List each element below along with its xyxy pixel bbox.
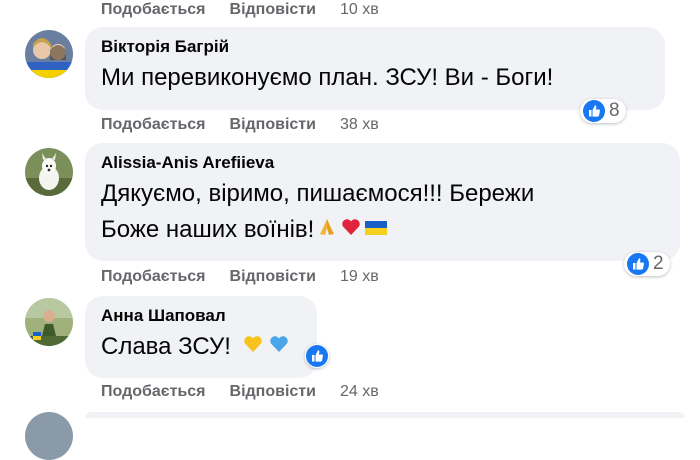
reply-link[interactable]: Відповісти — [230, 1, 316, 19]
comment-time[interactable]: 24 хв — [340, 383, 379, 401]
like-link[interactable]: Подобається — [101, 268, 206, 286]
comment-text-line: Боже наших воїнів! — [101, 212, 664, 249]
reply-link[interactable]: Відповісти — [230, 116, 316, 134]
like-icon — [627, 253, 649, 275]
comment-author[interactable]: Анна Шаповал — [101, 305, 301, 327]
comment-actions: Подобається Відповісти 24 хв — [101, 382, 379, 402]
comment-time[interactable]: 10 хв — [340, 1, 379, 19]
red-heart-emoji — [340, 213, 362, 249]
reply-link[interactable]: Відповісти — [230, 268, 316, 286]
blue-heart-emoji — [267, 330, 291, 366]
like-icon — [306, 345, 328, 367]
ukraine-flag-emoji — [364, 213, 388, 249]
avatar[interactable] — [25, 148, 73, 196]
yellow-heart-emoji — [241, 330, 265, 366]
comment-text: Дякуємо, віримо, пишаємося!!! Бережи Бож… — [101, 176, 664, 249]
like-link[interactable]: Подобається — [101, 116, 206, 134]
comment-author[interactable]: Вікторія Багрій — [101, 36, 649, 58]
comment-text-end: Боже наших воїнів! — [101, 216, 315, 243]
folded-hands-emoji — [316, 213, 338, 249]
reaction-summary[interactable] — [305, 344, 329, 368]
comment-text-line: Дякуємо, віримо, пишаємося!!! Бережи — [101, 180, 535, 207]
avatar[interactable] — [25, 412, 73, 460]
like-link[interactable]: Подобається — [101, 383, 206, 401]
comment-time[interactable]: 38 хв — [340, 116, 379, 134]
comment-bubble — [85, 412, 685, 418]
reaction-count: 8 — [609, 100, 620, 121]
comment-time[interactable]: 19 хв — [340, 268, 379, 286]
comment-actions-top: Подобається Відповісти 10 хв — [101, 0, 379, 20]
comment-author[interactable]: Alissia-Anis Arefiieva — [101, 152, 664, 174]
comment-text: Ми перевиконуємо план. ЗСУ! Ви - Боги! — [101, 64, 554, 91]
comment-actions: Подобається Відповісти 38 хв — [101, 115, 379, 135]
comment-text: Слава ЗСУ! — [101, 329, 301, 366]
avatar[interactable] — [25, 298, 73, 346]
comment-bubble: Alissia-Anis Arefiieva Дякуємо, віримо, … — [85, 143, 680, 261]
like-link[interactable]: Подобається — [101, 1, 206, 19]
comment-bubble: Анна Шаповал Слава ЗСУ! — [85, 296, 317, 378]
comment-bubble: Вікторія Багрій Ми перевиконуємо план. З… — [85, 27, 665, 110]
reaction-summary[interactable]: 2 — [624, 252, 670, 276]
reaction-summary[interactable]: 8 — [580, 99, 626, 123]
avatar[interactable] — [25, 30, 73, 78]
reply-link[interactable]: Відповісти — [230, 383, 316, 401]
like-icon — [583, 100, 605, 122]
comment-text-content: Слава ЗСУ! — [101, 333, 231, 360]
reaction-count: 2 — [653, 253, 664, 274]
comment-actions: Подобається Відповісти 19 хв — [101, 267, 379, 287]
